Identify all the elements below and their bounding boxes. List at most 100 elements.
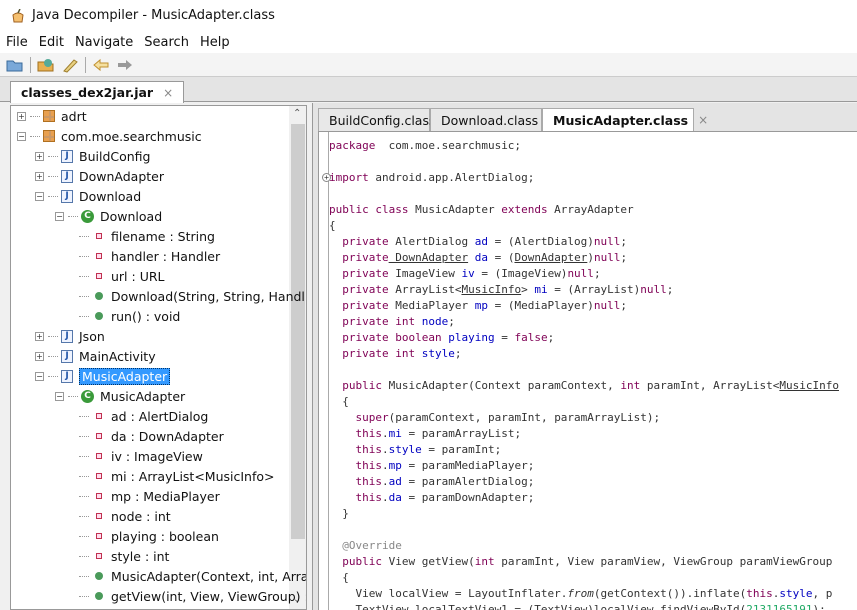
tree-item-field[interactable]: ad : AlertDialog [75,406,208,426]
back-arrow-icon[interactable] [92,57,110,73]
tab-download[interactable]: Download.class [430,108,542,131]
class-icon: C [81,389,94,403]
expand-imports-icon[interactable]: + [322,173,331,182]
tree-item-field[interactable]: filename : String [75,226,215,246]
tree-item-field[interactable]: iv : ImageView [75,446,203,466]
collapse-icon[interactable]: − [35,191,44,201]
tree-item-method[interactable]: run() : void [75,306,180,326]
code-line: { [329,218,336,234]
menu-help[interactable]: Help [200,35,230,50]
tree-item-package[interactable]: + adrt [17,106,87,126]
java-file-icon: J [61,189,73,203]
jar-tab[interactable]: classes_dex2jar.jar × [10,81,185,103]
tree-item-label: Download [100,208,163,224]
tree-item-field[interactable]: mp : MediaPlayer [75,486,220,506]
tree-item-field[interactable]: url : URL [75,266,165,286]
tab-musicadapter[interactable]: MusicAdapter.class × [542,108,708,131]
editor-pane: package com.moe.searchmusic; + import andr… [312,103,857,610]
tree-item-file[interactable]: + J BuildConfig [35,146,150,166]
code-token: public [342,555,382,568]
expand-icon[interactable]: + [17,111,26,121]
code-token: ; [620,235,628,248]
tree-scrollbar[interactable]: ⌃ ⌄ [289,106,306,609]
code-token: playing [448,331,495,344]
tab-label: BuildConfig.class [329,112,436,128]
tree-item-class[interactable]: − C MusicAdapter [55,386,185,406]
collapse-icon[interactable]: − [17,131,26,141]
menu-search[interactable]: Search [144,35,189,50]
tree-item-field[interactable]: playing : boolean [75,526,219,546]
tree-item-field[interactable]: node : int [75,506,171,526]
tree-item-method[interactable]: getView(int, View, ViewGroup) : [75,586,306,606]
tree-item-field[interactable]: da : DownAdapter [75,426,224,446]
tree-item-file[interactable]: − J MusicAdapter [35,366,171,386]
expand-icon[interactable]: + [35,351,44,361]
code-token: MusicInfo [461,283,522,296]
code-line: @Override [329,538,402,554]
tree-item-label: MusicAdapter [100,388,186,404]
tree-connector [79,475,89,477]
open-file-icon[interactable] [6,57,24,73]
code-token: . [382,427,389,440]
tree-item-file[interactable]: + J Json [35,326,105,346]
public-method-icon [95,592,103,600]
private-field-icon [96,253,102,259]
tree-item-package[interactable]: − com.moe.searchmusic [17,126,202,146]
scroll-up-icon[interactable]: ⌃ [293,108,301,119]
menu-edit[interactable]: Edit [39,35,64,50]
code-token: mp [388,459,402,472]
forward-arrow-icon[interactable] [116,57,134,73]
tree-connector [79,255,89,257]
code-token: . [382,475,389,488]
tree-connector [48,155,58,157]
close-icon[interactable]: × [163,86,173,100]
code-token: { [329,571,349,584]
expand-icon[interactable]: + [35,171,44,181]
collapse-icon[interactable]: − [55,391,64,401]
code-line: package com.moe.searchmusic; [329,138,521,154]
collapse-icon[interactable]: − [35,371,44,381]
search-icon[interactable] [61,57,79,73]
code-token: private [342,299,389,312]
code-token: package [329,139,376,152]
code-token: @Override [342,539,402,552]
code-token: private boolean [342,331,442,344]
scrollbar-thumb[interactable] [291,124,305,539]
code-line: } [329,506,349,522]
menu-file[interactable]: File [6,35,28,50]
tree-item-field[interactable]: mi : ArrayList<MusicInfo> [75,466,275,486]
expand-icon[interactable]: + [35,151,44,161]
code-token: public class [329,203,409,216]
close-icon[interactable]: × [698,113,708,127]
menu-navigate[interactable]: Navigate [75,35,133,50]
code-token: MusicAdapter [408,203,502,216]
tree-item-method[interactable]: Download(String, String, Handl [75,286,305,306]
expand-icon[interactable]: + [35,331,44,341]
code-line: private AlertDialog ad = (AlertDialog)nu… [329,234,627,250]
code-token: ad [474,235,488,248]
tree-item-file[interactable]: + J DownAdapter [35,166,164,186]
code-token: import [329,171,369,184]
code-view[interactable]: package com.moe.searchmusic; + import andr… [318,131,857,610]
tree-item-file[interactable]: + J MainActivity [35,346,156,366]
tree-item-field[interactable]: handler : Handler [75,246,220,266]
tree-item-file[interactable]: − J Download [35,186,141,206]
tree-item-label: iv : ImageView [111,448,203,464]
tree-item-class[interactable]: − C Download [55,206,162,226]
collapse-icon[interactable]: − [55,211,64,221]
tree-item-field[interactable]: style : int [75,546,169,566]
tree-connector [30,135,40,137]
open-type-icon[interactable] [37,57,55,73]
code-token: paramInt, ArrayList< [640,379,780,392]
tree-item-method[interactable]: MusicAdapter(Context, int, Arra [75,566,306,586]
code-token: this [355,427,383,440]
tab-buildconfig[interactable]: BuildConfig.class [318,108,436,131]
tree-connector [79,315,89,317]
